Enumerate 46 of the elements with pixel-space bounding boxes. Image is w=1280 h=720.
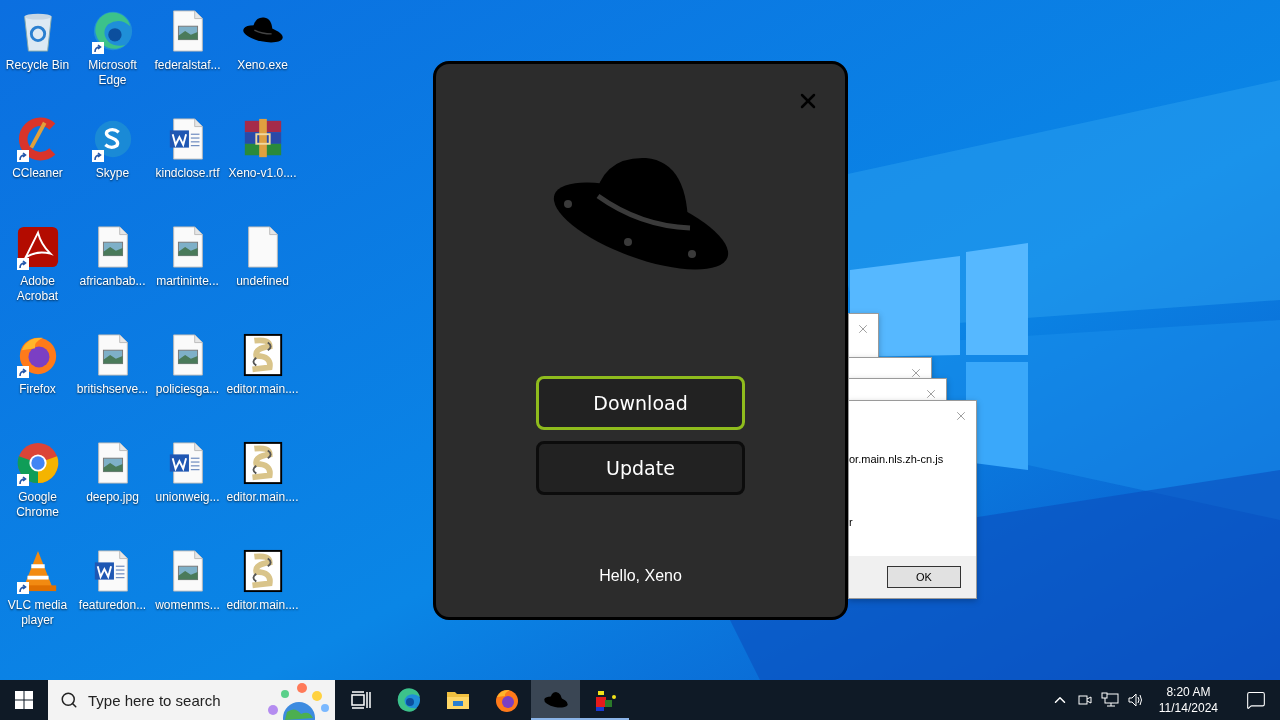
firefox-icon [493, 687, 520, 713]
close-icon[interactable] [954, 409, 968, 423]
icon-label[interactable]: africanbab... [79, 274, 146, 289]
camera-icon[interactable] [1076, 692, 1093, 708]
icon-label[interactable]: featuredon... [78, 598, 147, 613]
chrome-icon[interactable] [15, 441, 60, 485]
icon-label[interactable]: undefined [236, 274, 289, 289]
icon-label[interactable]: martininte... [156, 274, 219, 289]
icon-label[interactable]: Skype [95, 166, 130, 181]
message-text: or.main.nls.zh-cn.js [849, 453, 945, 465]
search-icon [60, 691, 78, 709]
ok-button[interactable]: OK [887, 566, 961, 588]
search-field[interactable]: Type here to search [48, 680, 335, 720]
greeting-text: Hello, Xeno [599, 567, 682, 585]
icon-label[interactable]: policiesga... [155, 382, 220, 397]
icon-label[interactable]: Microsoft Edge [75, 58, 150, 88]
update-button[interactable]: Update [536, 441, 745, 495]
icon-label[interactable]: Google Chrome [0, 490, 75, 520]
clock-time[interactable]: 8:20 AM [1166, 684, 1211, 700]
icon-label[interactable]: VLC media player [0, 598, 75, 628]
icon-label[interactable]: Xeno-v1.0.... [228, 166, 297, 181]
icon-label[interactable]: federalstaf... [154, 58, 221, 73]
icon-label[interactable]: Adobe Acrobat [0, 274, 75, 304]
icon-label[interactable]: Firefox [19, 382, 56, 397]
message-text: r [849, 516, 854, 528]
icon-label[interactable]: editor.main.... [226, 490, 299, 505]
clock-date[interactable]: 11/14/2024 [1158, 700, 1218, 716]
icon-label[interactable]: britishserve... [76, 382, 149, 397]
icon-label[interactable]: unionweig... [155, 490, 220, 505]
icon-label[interactable]: CCleaner [12, 166, 63, 181]
edge-icon [395, 687, 422, 713]
icon-label[interactable]: kindclose.rtf [155, 166, 220, 181]
icon-label[interactable]: womenms... [155, 598, 220, 613]
taskbar-app-button[interactable] [531, 680, 580, 720]
icon-label[interactable]: editor.main.... [226, 382, 299, 397]
icon-label[interactable]: editor.main.... [226, 598, 299, 613]
close-icon[interactable] [924, 387, 938, 401]
icon-label[interactable]: Recycle Bin [5, 58, 70, 73]
close-icon[interactable] [909, 366, 923, 380]
icon-label[interactable]: Xeno.exe [237, 58, 288, 73]
windows-logo-icon [15, 691, 33, 709]
speaker-icon[interactable] [1126, 692, 1145, 708]
download-button[interactable]: Download [536, 376, 745, 430]
close-icon[interactable] [856, 322, 870, 336]
network-icon[interactable] [1100, 692, 1119, 708]
icon-label[interactable]: deepo.jpg [86, 490, 139, 505]
